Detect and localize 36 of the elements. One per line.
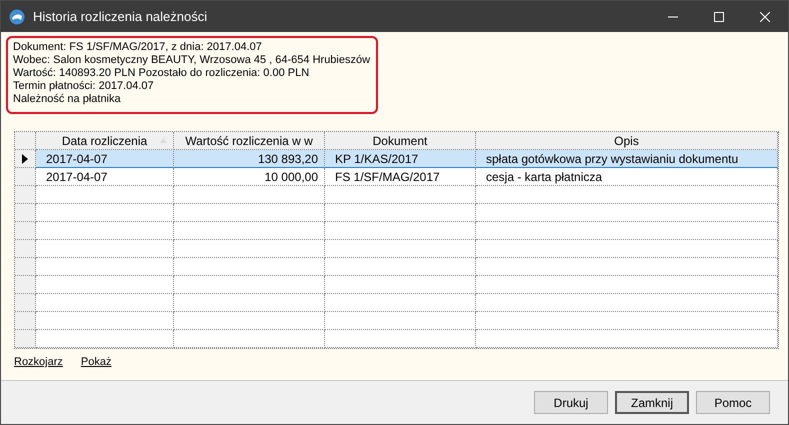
action-link[interactable]: Pokaż <box>80 356 112 368</box>
app-logo-icon <box>9 8 25 24</box>
row-header-cell <box>15 258 36 276</box>
info-line: Termin płatności: 2017.04.07 <box>13 80 155 93</box>
column-header[interactable]: Dokument <box>325 132 476 150</box>
table-cell[interactable]: spłata gotówkowa przy wystawianiu dokumentu <box>476 149 778 168</box>
column-header[interactable]: Opis <box>476 132 778 150</box>
row-header-cell <box>15 240 36 258</box>
dialog-button[interactable]: Pomoc <box>696 391 770 414</box>
table-cell[interactable]: 2017-04-07 <box>36 168 174 186</box>
row-header-cell[interactable] <box>15 150 36 168</box>
table-cell[interactable]: KP 1/KAS/2017 <box>325 149 476 168</box>
table-cell[interactable]: cesja - karta płatnicza <box>476 168 778 186</box>
row-header-cell <box>15 276 36 294</box>
row-header-cell <box>15 312 36 330</box>
dialog-button[interactable]: Drukuj <box>534 391 608 414</box>
column-header[interactable]: Data rozliczenia <box>36 132 174 150</box>
info-line: Dokument: FS 1/SF/MAG/2017, z dnia: 2017.04.07 <box>13 41 263 54</box>
table-cell[interactable]: 10 000,00 <box>174 168 325 186</box>
row-header-cell[interactable] <box>15 168 36 186</box>
action-link[interactable]: Rozkojarz <box>14 356 63 368</box>
table-cell[interactable]: 2017-04-07 <box>36 149 174 168</box>
table-cell[interactable]: FS 1/SF/MAG/2017 <box>325 168 476 186</box>
corner-header-cell <box>15 132 36 150</box>
row-header-cell <box>15 330 36 348</box>
row-header-cell <box>15 294 36 312</box>
window-title: Historia rozliczenia należności <box>33 9 208 24</box>
column-header[interactable]: Wartość rozliczenia w w <box>174 132 325 150</box>
info-line: Wartość: 140893.20 PLN Pozostało do rozliczenia: 0.00 PLN <box>13 67 310 80</box>
info-line: Wobec: Salon kosmetyczny BEAUTY, Wrzosowa 45 , 64-654 Hrubieszów <box>13 54 371 67</box>
row-header-cell <box>15 222 36 240</box>
table-cell[interactable]: 130 893,20 <box>174 149 325 168</box>
row-header-cell <box>15 186 36 204</box>
row-header-cell <box>15 204 36 222</box>
dialog-button[interactable]: Zamknij <box>615 391 689 414</box>
info-line: Należność na płatnika <box>13 93 122 106</box>
